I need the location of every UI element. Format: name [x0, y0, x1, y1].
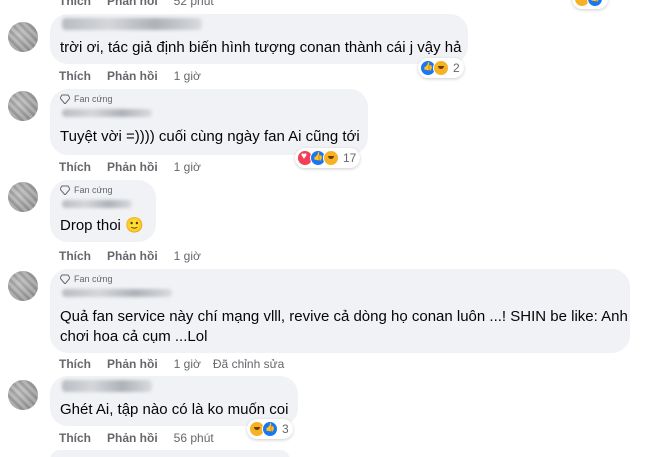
edited-label: Đã chỉnh sửa	[212, 357, 285, 371]
comment-bubble: trời ơi, tác giả định biến hình tượng co…	[50, 14, 468, 64]
like-button[interactable]: Thích	[59, 249, 91, 263]
comment-actions: Thích Phản hồi 1 giờ Đã chỉnh sửa	[59, 357, 296, 371]
like-button[interactable]: Thích	[59, 69, 91, 83]
badge-label: Fan cứng	[74, 274, 113, 284]
comment-bubble: Fan cứng Drop thoi 🙂	[50, 180, 156, 242]
comment-text: Quả fan service này chí mạng vlll, reviv…	[60, 308, 628, 325]
badge-label: Fan cứng	[74, 94, 113, 104]
timestamp[interactable]: 1 giờ	[174, 249, 201, 263]
reply-button[interactable]: Phản hồi	[107, 69, 158, 83]
timestamp[interactable]: 56 phút	[174, 431, 214, 445]
comment-actions: Thích Phản hồi 56 phút	[59, 431, 226, 445]
fan-badge: Fan cứng	[60, 274, 113, 284]
like-icon	[587, 0, 603, 7]
reaction-count: 3	[282, 422, 289, 436]
avatar[interactable]	[8, 182, 38, 212]
comment-text: trời ơi, tác giả định biến hình tượng co…	[60, 39, 462, 56]
author-name[interactable]	[62, 200, 132, 208]
fan-badge: Fan cứng	[60, 185, 113, 195]
fan-badge: Fan cứng	[60, 94, 113, 104]
comment-bubble: Fan cứng Quả fan service này chí mạng vl…	[50, 269, 630, 353]
diamond-icon	[60, 94, 70, 104]
comment-text: Ghét Ai, tập nào có là ko muốn coi	[60, 401, 289, 418]
like-button[interactable]: Thích	[59, 0, 91, 8]
reply-button[interactable]: Phản hồi	[107, 160, 158, 174]
badge-label: Fan cứng	[74, 185, 113, 195]
comment-actions: Thích Phản hồi 1 giờ	[59, 160, 213, 174]
reactions-summary[interactable]: 2	[418, 58, 464, 78]
comment-text: Drop thoi 🙂	[60, 217, 144, 234]
reaction-count: 2	[453, 61, 460, 75]
like-button[interactable]: Thích	[59, 160, 91, 174]
comment-bubble: Fan cứng Tuyệt vời =)))) cuối cùng ngày …	[50, 89, 368, 155]
like-button[interactable]: Thích	[59, 431, 91, 445]
reactions-summary[interactable]	[572, 0, 608, 9]
avatar[interactable]	[8, 271, 38, 301]
comment-actions: Thích Phản hồi 52 phút	[59, 0, 226, 8]
author-name[interactable]	[62, 289, 172, 297]
reactions-summary[interactable]: 17	[295, 148, 361, 168]
haha-icon	[323, 150, 339, 166]
comment-text: chơi hoa cả cụm ...Lol	[60, 328, 208, 345]
author-name[interactable]	[62, 18, 202, 30]
reaction-count: 17	[343, 151, 357, 165]
diamond-icon	[60, 274, 70, 284]
timestamp[interactable]: 1 giờ	[174, 69, 201, 83]
comment-actions: Thích Phản hồi 1 giờ	[59, 249, 213, 263]
like-button[interactable]: Thích	[59, 357, 91, 371]
like-icon	[262, 421, 278, 437]
reply-button[interactable]: Phản hồi	[107, 431, 158, 445]
reply-button[interactable]: Phản hồi	[107, 357, 158, 371]
comment-text: Tuyệt vời =)))) cuối cùng ngày fan Ai cũ…	[60, 128, 360, 145]
haha-icon	[433, 60, 449, 76]
reactions-summary[interactable]: 3	[247, 419, 293, 439]
author-name[interactable]	[62, 109, 152, 117]
diamond-icon	[60, 185, 70, 195]
timestamp[interactable]: 52 phút	[174, 0, 214, 8]
reply-button[interactable]: Phản hồi	[107, 0, 158, 8]
comment-bubble	[50, 450, 290, 457]
avatar[interactable]	[8, 380, 38, 410]
avatar[interactable]	[8, 91, 38, 121]
timestamp[interactable]: 1 giờ	[174, 357, 201, 371]
author-name[interactable]	[62, 380, 152, 392]
reply-button[interactable]: Phản hồi	[107, 249, 158, 263]
timestamp[interactable]: 1 giờ	[174, 160, 201, 174]
comment-actions: Thích Phản hồi 1 giờ	[59, 69, 213, 83]
avatar[interactable]	[8, 22, 38, 52]
